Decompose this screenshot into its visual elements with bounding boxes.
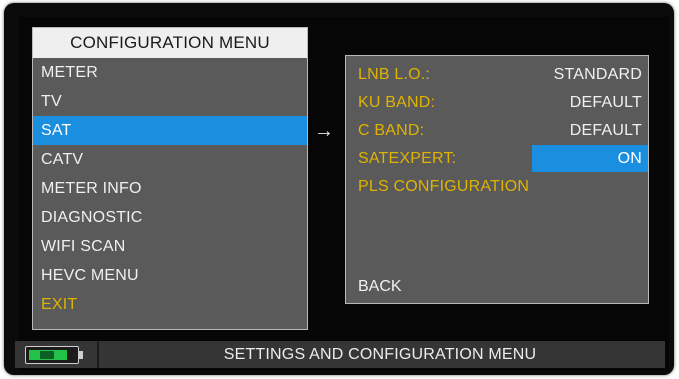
menu-item-wifi-scan[interactable]: WIFI SCAN [33, 232, 307, 261]
satexpert-value[interactable]: ON [532, 145, 648, 172]
sat-submenu: LNB L.O.: STANDARD KU BAND: DEFAULT C BA… [345, 55, 649, 304]
right-arrow-icon: → [314, 120, 334, 142]
sub-row-ku-band[interactable]: KU BAND: DEFAULT [346, 89, 648, 116]
sub-label: SATEXPERT: [358, 150, 457, 167]
sub-label: C BAND: [358, 122, 425, 139]
menu-item-meter[interactable]: METER [33, 58, 307, 87]
status-bar: SETTINGS AND CONFIGURATION MENU [15, 341, 665, 368]
sub-value: DEFAULT [569, 94, 642, 111]
sub-value: STANDARD [553, 66, 642, 83]
sub-label: LNB L.O.: [358, 66, 431, 83]
menu-item-meter-info[interactable]: METER INFO [33, 174, 307, 203]
sub-row-satexpert[interactable]: SATEXPERT: ON [346, 145, 648, 172]
sub-label: PLS CONFIGURATION [358, 178, 530, 195]
sub-row-pls-configuration[interactable]: PLS CONFIGURATION [346, 173, 648, 200]
menu-item-catv[interactable]: CATV [33, 145, 307, 174]
sub-row-c-band[interactable]: C BAND: DEFAULT [346, 117, 648, 144]
menu-item-hevc-menu[interactable]: HEVC MENU [33, 261, 307, 290]
status-text: SETTINGS AND CONFIGURATION MENU [223, 346, 537, 363]
status-divider [97, 341, 99, 368]
menu-item-sat[interactable]: SAT [33, 116, 307, 145]
back-button[interactable]: BACK [358, 274, 402, 300]
menu-item-exit[interactable]: EXIT [33, 290, 307, 319]
battery-charging-icon [25, 346, 83, 364]
menu-item-tv[interactable]: TV [33, 87, 307, 116]
menu-item-diagnostic[interactable]: DIAGNOSTIC [33, 203, 307, 232]
configuration-menu: CONFIGURATION MENU METER TV SAT CATV MET… [32, 27, 308, 330]
menu-title: CONFIGURATION MENU [33, 28, 307, 58]
sub-label: KU BAND: [358, 94, 436, 111]
sub-value: DEFAULT [569, 122, 642, 139]
sub-row-lnb-lo[interactable]: LNB L.O.: STANDARD [346, 61, 648, 88]
